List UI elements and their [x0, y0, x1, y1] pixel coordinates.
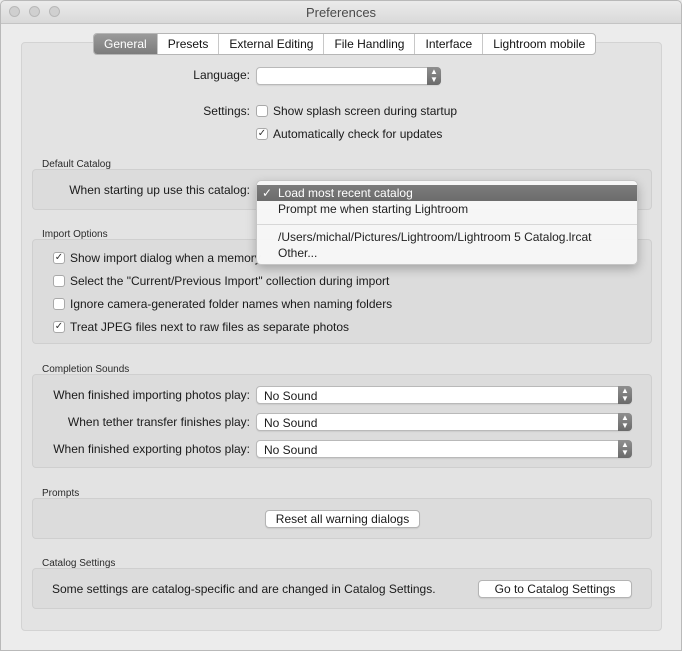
check-updates-checkbox[interactable]: ✓ Automatically check for updates: [256, 127, 442, 141]
startup-catalog-label: When starting up use this catalog:: [69, 183, 250, 197]
menu-item-catalog-path[interactable]: /Users/michal/Pictures/Lightroom/Lightro…: [257, 229, 637, 245]
menu-item-label: /Users/michal/Pictures/Lightroom/Lightro…: [278, 230, 592, 244]
menu-separator: [257, 224, 637, 225]
tether-sound-select[interactable]: No Sound ▲ ▼: [256, 413, 632, 431]
checkbox-box[interactable]: ✓: [53, 321, 65, 333]
title-bar: Preferences: [1, 1, 681, 24]
checkmark-icon: ✓: [257, 128, 267, 139]
tab-file-handling[interactable]: File Handling: [324, 34, 416, 54]
checkmark-icon: ✓: [54, 252, 64, 263]
language-label: Language:: [193, 68, 250, 82]
splash-screen-label: Show splash screen during startup: [273, 104, 458, 118]
tab-interface[interactable]: Interface: [415, 34, 484, 54]
preferences-tabs: General Presets External Editing File Ha…: [93, 33, 597, 55]
tab-presets[interactable]: Presets: [158, 34, 220, 54]
export-sound-select[interactable]: No Sound ▲ ▼: [256, 440, 632, 458]
import-dialog-checkbox[interactable]: ✓ Show import dialog when a memory: [53, 251, 261, 265]
stepper-arrows-icon: ▲ ▼: [427, 67, 441, 85]
catalog-dropdown-menu: ✓ Load most recent catalog Prompt me whe…: [256, 180, 638, 265]
menu-item-label: Load most recent catalog: [278, 186, 413, 200]
treat-jpeg-separate-checkbox[interactable]: ✓ Treat JPEG files next to raw files as …: [53, 320, 349, 334]
import-sound-select[interactable]: No Sound ▲ ▼: [256, 386, 632, 404]
splash-screen-checkbox[interactable]: Show splash screen during startup: [256, 104, 457, 118]
go-to-catalog-settings-button[interactable]: Go to Catalog Settings: [478, 580, 632, 598]
checkbox-box[interactable]: [53, 298, 65, 310]
tab-lightroom-mobile[interactable]: Lightroom mobile: [483, 34, 595, 54]
catalog-settings-description: Some settings are catalog-specific and a…: [52, 582, 436, 596]
import-dialog-label: Show import dialog when a memory: [70, 251, 261, 265]
export-sound-label: When finished exporting photos play:: [53, 442, 250, 456]
tab-external-editing[interactable]: External Editing: [219, 34, 325, 54]
reset-warning-dialogs-button[interactable]: Reset all warning dialogs: [265, 510, 420, 528]
tab-general[interactable]: General: [94, 34, 158, 54]
window-title: Preferences: [305, 5, 377, 20]
checkbox-box[interactable]: [53, 275, 65, 287]
select-current-import-label: Select the "Current/Previous Import" col…: [70, 274, 390, 288]
checkbox-box[interactable]: [256, 105, 268, 117]
tether-sound-label: When tether transfer finishes play:: [67, 415, 250, 429]
tether-sound-value: No Sound: [264, 416, 318, 430]
settings-label: Settings:: [203, 104, 250, 118]
export-sound-value: No Sound: [264, 443, 318, 457]
treat-jpeg-separate-label: Treat JPEG files next to raw files as se…: [70, 320, 350, 334]
preferences-window: Preferences General Presets External Edi…: [0, 0, 682, 651]
stepper-arrows-icon: ▲ ▼: [618, 440, 632, 458]
checkmark-icon: ✓: [54, 321, 64, 332]
menu-item-prompt[interactable]: Prompt me when starting Lightroom: [257, 201, 637, 217]
menu-item-label: Other...: [278, 246, 318, 260]
menu-item-load-recent[interactable]: ✓ Load most recent catalog: [257, 185, 637, 201]
checkbox-box[interactable]: ✓: [256, 128, 268, 140]
select-current-import-checkbox[interactable]: Select the "Current/Previous Import" col…: [53, 274, 389, 288]
stepper-arrows-icon: ▲ ▼: [618, 386, 632, 404]
import-sound-value: No Sound: [264, 389, 318, 403]
language-select[interactable]: ▲ ▼: [256, 67, 441, 85]
stepper-arrows-icon: ▲ ▼: [618, 413, 632, 431]
menu-item-other[interactable]: Other...: [257, 245, 637, 261]
menu-item-label: Prompt me when starting Lightroom: [278, 202, 469, 216]
ignore-folder-names-checkbox[interactable]: Ignore camera-generated folder names whe…: [53, 297, 392, 311]
import-sound-label: When finished importing photos play:: [53, 388, 250, 402]
check-updates-label: Automatically check for updates: [273, 127, 443, 141]
ignore-folder-names-label: Ignore camera-generated folder names whe…: [70, 297, 393, 311]
checkmark-icon: ✓: [262, 186, 273, 200]
checkbox-box[interactable]: ✓: [53, 252, 65, 264]
